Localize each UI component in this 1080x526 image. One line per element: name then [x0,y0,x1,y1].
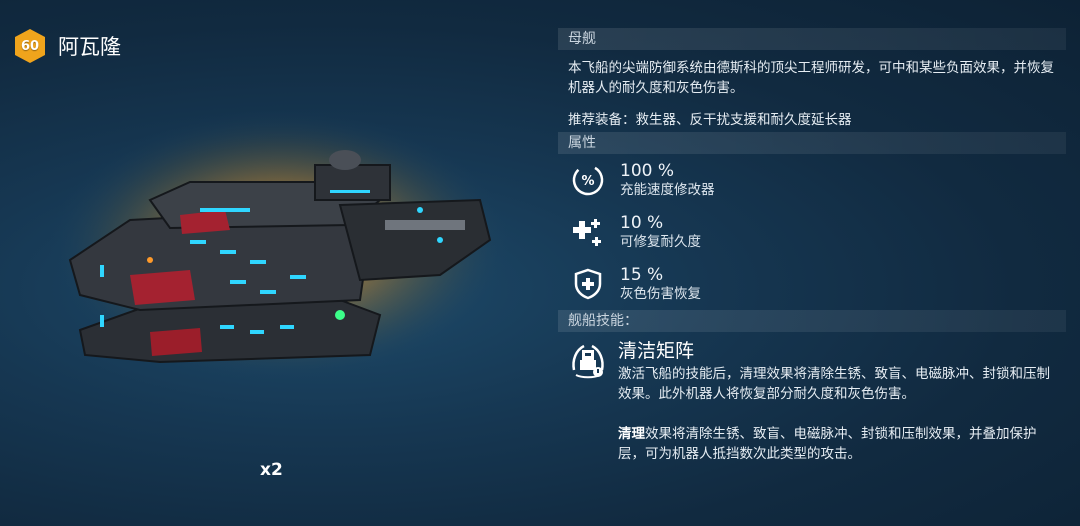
attribute-value: 10 % [620,213,664,233]
attribute-gray-damage-recovery: 15 % 灰色伤害恢复 [558,258,1066,310]
skill-keyword: 清理 [618,426,645,442]
cleanse-matrix-icon [568,340,608,380]
info-panel: 母舰 本飞船的尖端防御系统由德斯科的顶尖工程师研发，可中和某些负面效果，并恢复机… [558,28,1066,464]
attribute-label: 灰色伤害恢复 [620,286,701,302]
ship-skill: 清洁矩阵 激活飞船的技能后，清理效果将清除生锈、致盲、电磁脉冲、封锁和压制效果。… [558,332,1066,464]
robot-header: 60 阿瓦隆 [12,28,121,64]
shield-plus-icon [570,266,606,302]
skill-description-extra: 清理效果将清除生锈、致盲、电磁脉冲、封锁和压制效果，并叠加保护层，可为机器人抵挡… [618,424,1058,464]
recommended-equipment: 推荐装备：救生器、反干扰支援和耐久度延长器 [568,112,852,128]
ship-description: 本飞船的尖端防御系统由德斯科的顶尖工程师研发，可中和某些负面效果，并恢复机器人的… [568,60,1054,96]
skill-title: 清洁矩阵 [618,340,695,362]
skill-description-extra-text: 效果将清除生锈、致盲、电磁脉冲、封锁和压制效果，并叠加保护层，可为机器人抵挡数次… [618,426,1037,462]
ship-illustration [40,100,520,430]
level-value: 60 [20,38,40,54]
charge-percent-icon: % [570,162,606,198]
attribute-value: 15 % [620,265,664,285]
attribute-repairable-durability: 10 % 可修复耐久度 [558,206,1066,258]
skill-description: 激活飞船的技能后，清理效果将清除生锈、致盲、电磁脉冲、封锁和压制效果。此外机器人… [618,366,1050,402]
svg-text:%: % [581,174,594,189]
repair-plus-icon [570,214,606,250]
attribute-value: 100 % [620,161,675,181]
section-skills-header: 舰船技能： [558,310,1066,332]
attribute-label: 可修复耐久度 [620,234,701,250]
attribute-charge-speed: % 100 % 充能速度修改器 [558,154,1066,206]
robot-name: 阿瓦隆 [58,35,121,59]
attribute-label: 充能速度修改器 [620,182,715,198]
level-badge: 60 [12,28,48,64]
ship-count: x2 [260,460,283,480]
section-mothership-header: 母舰 [558,28,1066,50]
section-attributes-header: 属性 [558,132,1066,154]
